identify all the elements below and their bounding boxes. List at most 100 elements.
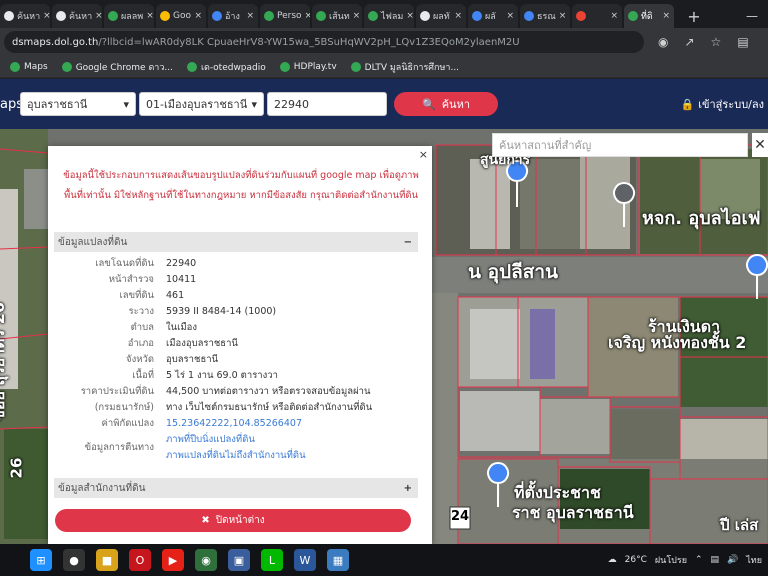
map-label-bottom-right: ปี เล่ส [720, 516, 759, 534]
system-tray: ☁ 26°C ฝนโปรย ⌃ ▤ 🔊 ไทย [608, 553, 768, 567]
tab-label: ค้นหา [17, 12, 41, 22]
parcel-detail-row: เนื้อที่ 5 ไร่ 1 งาน 69.0 ตารางวา [54, 368, 418, 384]
parcel-detail-row: จังหวัด อุบลราชธานี [54, 352, 418, 368]
tab-favicon-icon [56, 11, 66, 21]
weather-temp: 26°C [624, 555, 647, 565]
detail-label: หน้าสำรวจ [108, 274, 154, 285]
sidebar-icon[interactable]: ▤ [737, 35, 748, 49]
section-office-title: ข้อมูลสำนักงานที่ดิน [58, 482, 146, 494]
tab-close-icon[interactable]: × [610, 11, 618, 21]
language-indicator[interactable]: ไทย [746, 553, 762, 567]
parcel-detail-row: เลขที่ดิน 461 [54, 288, 418, 304]
province-select[interactable]: อุบลราชธานี ▾ [20, 92, 136, 116]
browser-tab[interactable]: Perso × [260, 4, 310, 28]
word-icon[interactable]: W [294, 549, 316, 571]
tab-close-icon[interactable]: × [353, 11, 361, 21]
close-icon[interactable]: × [419, 148, 428, 161]
tab-close-icon[interactable]: × [406, 11, 414, 21]
tab-favicon-icon [4, 11, 14, 21]
tab-close-icon[interactable]: × [662, 11, 670, 21]
browser-tab[interactable]: ผลั × [468, 4, 518, 28]
bookmark-item[interactable]: DLTV มูลนิธิการศึกษา... [350, 60, 459, 74]
browser-tab[interactable]: ค้นหา × [52, 4, 102, 28]
district-select[interactable]: 01-เมืองอุบลราชธานี ▾ [139, 92, 264, 116]
browser-tab[interactable]: ผลลพ × [104, 4, 154, 28]
registration-value-line1: ภาพที่ปีบนิ่งแปลงที่ดิน [166, 434, 255, 445]
coordinate-link[interactable]: 15.23642222,104.85266407 [162, 416, 418, 432]
parcel-info-panel: × ข้อมูลนี้ใช้ประกอบการแสดงเส้นขอบรูปแปล… [48, 146, 432, 544]
windows-start-icon[interactable]: ⊞ [30, 549, 52, 571]
detail-value: 5939 II 8484-14 (1000) [166, 306, 277, 317]
parcel-detail-row: หน้าสำรวจ 10411 [54, 272, 418, 288]
globe-icon [279, 61, 290, 72]
tab-close-icon[interactable]: × [246, 11, 254, 21]
browser-tab[interactable]: ไฟลม × [364, 4, 414, 28]
chrome-icon[interactable]: ◉ [195, 549, 217, 571]
tab-close-icon[interactable]: × [146, 11, 154, 21]
disclaimer-notice: ข้อมูลนี้ใช้ประกอบการแสดงเส้นขอบรูปแปลงท… [63, 170, 419, 201]
section-parcel-header[interactable]: ข้อมูลแปลงที่ดิน − [54, 232, 418, 252]
tab-close-icon[interactable]: × [454, 11, 462, 21]
bookmark-item[interactable]: Google Chrome ดาว... [61, 60, 173, 74]
browser-tab[interactable]: ที่ดิ × [624, 4, 674, 28]
price-label-line1: ราคาประเมินที่ดิน [80, 386, 154, 397]
search-button[interactable]: 🔍 ค้นหา [394, 92, 498, 116]
tab-close-icon[interactable]: × [194, 11, 202, 21]
bookmark-item[interactable]: HDPlay.tv [279, 61, 337, 72]
section-parcel-title: ข้อมูลแปลงที่ดิน [58, 236, 128, 248]
district-value: 01-เมืองอุบลราชธานี [146, 98, 248, 111]
parcel-number-input[interactable]: 22940 [267, 92, 387, 116]
browser-tab[interactable]: ค้นหา × [0, 4, 50, 28]
tab-close-icon[interactable]: × [95, 11, 102, 21]
coordinate-label: ค่าพิกัดแปลง [101, 418, 155, 429]
location-icon[interactable]: ◉ [658, 35, 668, 49]
tab-close-icon[interactable]: × [506, 11, 514, 21]
detail-value: อุบลราชธานี [166, 354, 219, 365]
browser-tab[interactable]: เส้นท × [312, 4, 362, 28]
share-icon[interactable]: ↗ [684, 35, 694, 49]
bookmark-item[interactable]: เด-otedwpadio [186, 60, 266, 74]
line-icon[interactable]: L [261, 549, 283, 571]
bookmark-label: HDPlay.tv [293, 61, 337, 72]
browser-tab[interactable]: อ้าง × [208, 4, 258, 28]
close-icon[interactable]: ✕ [752, 133, 768, 157]
tab-close-icon[interactable]: × [305, 11, 310, 21]
section-office-header[interactable]: ข้อมูลสำนักงานที่ดิน + [54, 478, 418, 498]
minimize-icon[interactable]: — [746, 9, 758, 23]
expand-icon[interactable]: + [404, 483, 412, 494]
search-icon: 🔍 [421, 97, 436, 111]
photos-icon[interactable]: ▣ [228, 549, 250, 571]
landmark-search-input[interactable]: ค้นหาสถานที่สำคัญ [492, 133, 748, 157]
tray-chevron-icon[interactable]: ⌃ [695, 555, 703, 565]
tab-label: ที่ดิ [641, 12, 653, 22]
map-label-soi: ซอย สุริยาตร์ 26 [0, 302, 8, 421]
site-brand: aps [0, 96, 23, 112]
app-icon[interactable]: ▦ [327, 549, 349, 571]
network-icon[interactable]: ▤ [711, 555, 720, 565]
login-link[interactable]: 🔒 เข้าสู่ระบบ/ลง [681, 95, 768, 113]
tab-label: เส้นท [329, 12, 350, 22]
search-icon[interactable]: ● [63, 549, 85, 571]
address-bar[interactable]: dsmaps.dol.go.th /?llbcid=lwAR0dy8LK Cpu… [4, 31, 644, 53]
province-value: อุบลราชธานี [27, 98, 88, 111]
youtube-icon[interactable]: ▶ [162, 549, 184, 571]
close-window-button[interactable]: ✖ ปิดหน้าต่าง [55, 509, 411, 532]
tab-close-icon[interactable]: × [559, 11, 567, 21]
bookmark-star-icon[interactable]: ☆ [711, 35, 722, 49]
registration-value-line2: ภาพแปลงที่ดินไม่ถึงสำนักงานที่ดิน [166, 450, 306, 461]
browser-tab[interactable]: ผลทั × [416, 4, 466, 28]
tab-close-icon[interactable]: × [43, 11, 50, 21]
browser-tab[interactable]: ธรณ × [520, 4, 570, 28]
window-controls: — [746, 4, 768, 28]
opera-icon[interactable]: O [129, 549, 151, 571]
registration-value[interactable]: ภาพที่ปีบนิ่งแปลงที่ดิน ภาพแปลงที่ดินไม่… [162, 432, 418, 464]
browser-tab[interactable]: × [572, 4, 622, 28]
volume-icon[interactable]: 🔊 [727, 555, 738, 565]
browser-tab[interactable]: Goo × [156, 4, 206, 28]
price-value: 44,500 บาทต่อตารางวา หรือตรวจสอบข้อมูลผ่… [162, 384, 418, 416]
new-tab-button[interactable]: + [682, 4, 706, 28]
parcel-number-value: 22940 [274, 97, 309, 111]
bookmark-item[interactable]: Maps [10, 61, 48, 72]
file-explorer-icon[interactable]: ■ [96, 549, 118, 571]
collapse-icon[interactable]: − [404, 237, 412, 248]
